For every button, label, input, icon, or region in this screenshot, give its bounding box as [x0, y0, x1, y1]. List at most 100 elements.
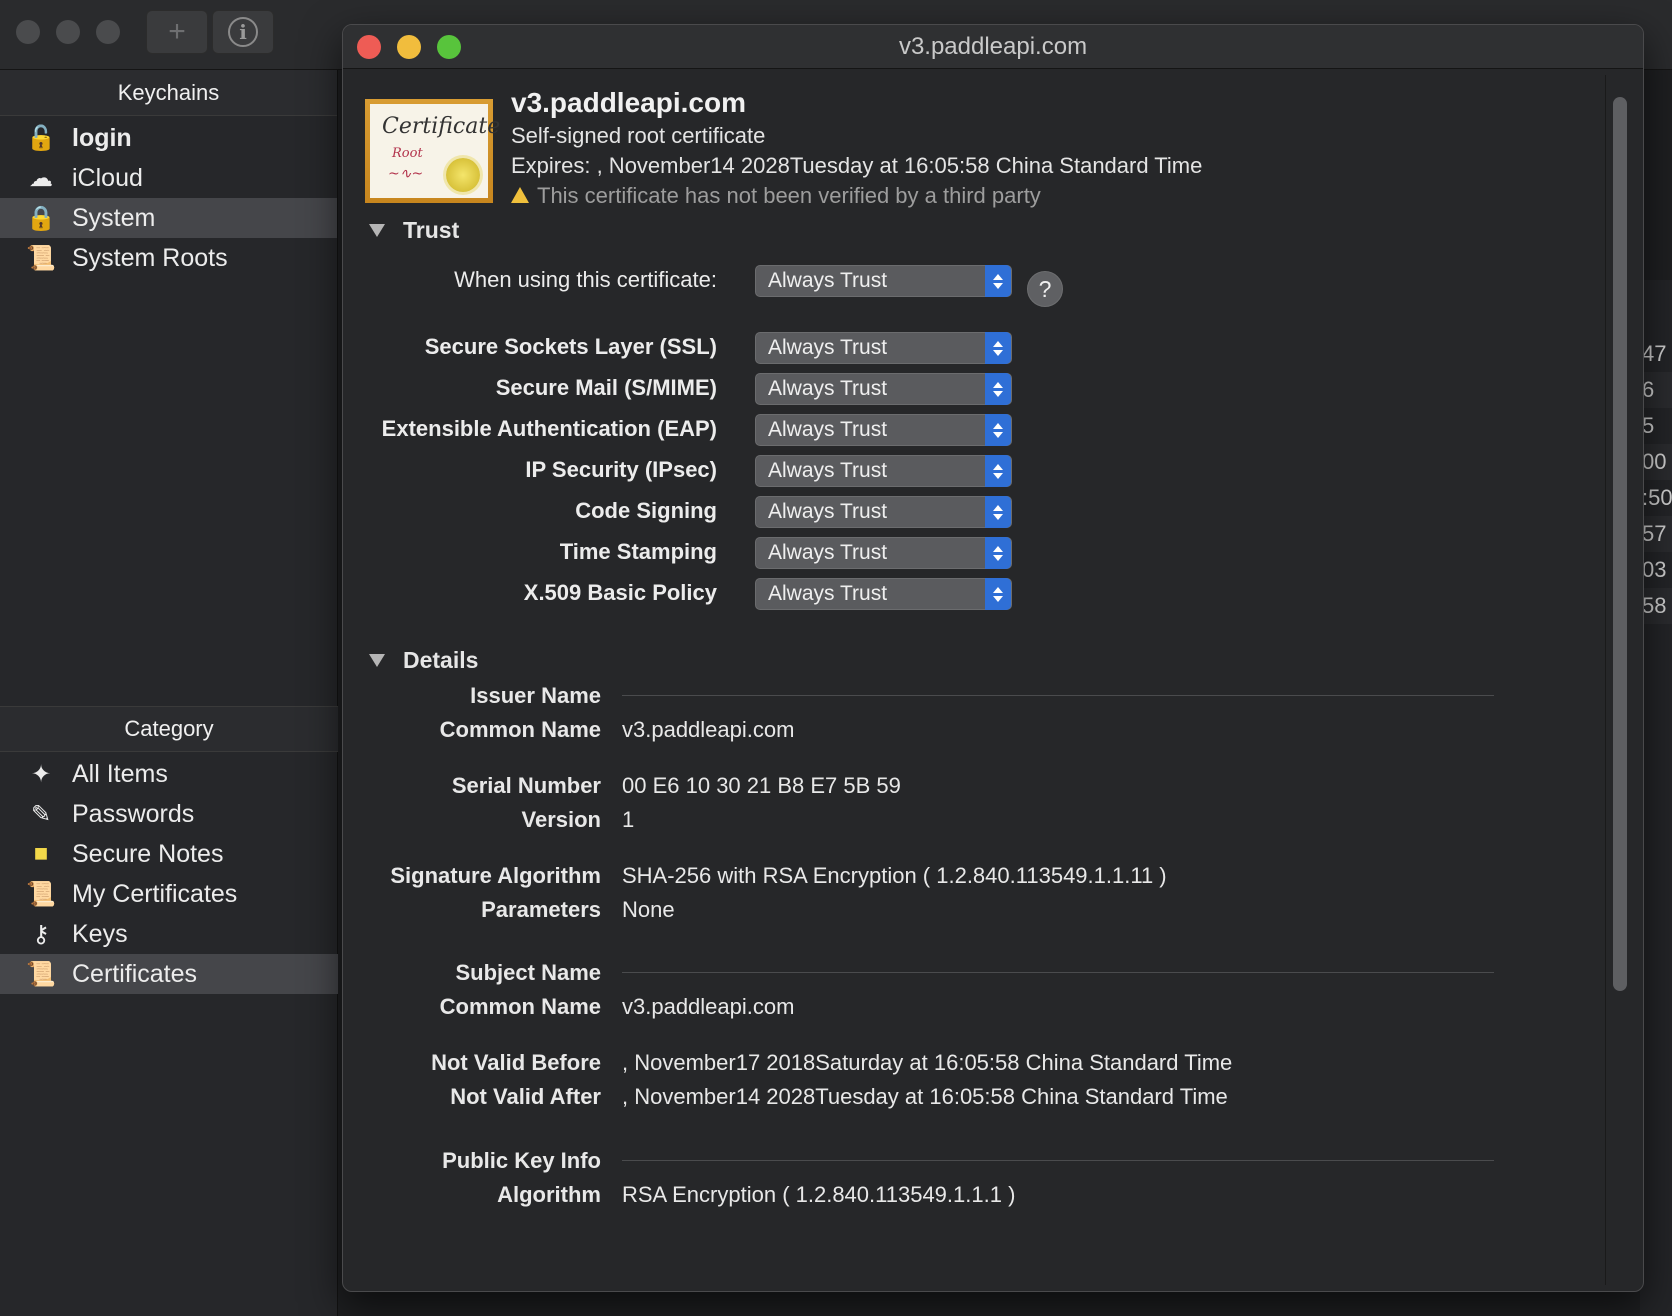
sidebar-item-label: Certificates [72, 959, 198, 988]
popup-value: Always Trust [768, 541, 888, 564]
ipsec-label: IP Security (IPsec) [525, 457, 717, 482]
trust-disclosure[interactable]: Trust [369, 217, 459, 244]
list-item[interactable]: 58 [1640, 588, 1672, 624]
sidebar-item-icloud[interactable]: ☁ iCloud [0, 158, 337, 198]
scroll-thumb[interactable] [1613, 97, 1627, 991]
time-stamping-popup[interactable]: Always Trust [755, 537, 1012, 569]
certificate-expiry: Expires: , November14 2028Tuesday at 16:… [511, 153, 1203, 178]
help-button[interactable]: ? [1027, 271, 1063, 307]
updown-arrows-icon [985, 265, 1011, 297]
warning-text: This certificate has not been verified b… [537, 183, 1041, 208]
list-item[interactable]: 00 [1640, 444, 1672, 480]
scroll-track [1605, 75, 1606, 1285]
pen-icon: ✎ [30, 800, 52, 828]
time-stamping-label: Time Stamping [559, 539, 717, 564]
lock-icon: 🔒 [26, 204, 56, 232]
sidebar-item-all-items[interactable]: ✦ All Items [0, 754, 338, 794]
not-valid-before-value: , November17 2018Saturday at 16:05:58 Ch… [622, 1050, 1233, 1075]
sidebar-item-label: System [72, 203, 156, 232]
issuer-common-name-label: Common Name [439, 717, 601, 742]
list-item[interactable]: :50 [1640, 480, 1672, 516]
public-key-divider [622, 1160, 1494, 1161]
certificate-icon: 📜 [26, 880, 56, 908]
when-using-popup[interactable]: Always Trust [755, 265, 1012, 297]
list-item[interactable]: 03 [1640, 552, 1672, 588]
seal-icon [446, 158, 480, 192]
not-valid-after-label: Not Valid After [450, 1084, 601, 1109]
popup-value: Always Trust [768, 418, 888, 441]
note-icon: ■ [33, 840, 49, 867]
updown-arrows-icon [985, 455, 1011, 487]
zoom-button[interactable] [437, 35, 461, 59]
eap-label: Extensible Authentication (EAP) [381, 416, 717, 441]
certificate-icon: 📜 [26, 244, 56, 272]
subject-common-name-value: v3.paddleapi.com [622, 994, 795, 1019]
vertical-scrollbar[interactable] [1605, 75, 1627, 1285]
category-list: ✦ All Items ✎ Passwords ■ Secure Notes 📜… [0, 752, 338, 994]
disclosure-triangle-icon[interactable] [369, 654, 385, 667]
subject-divider [622, 972, 1494, 973]
list-item[interactable]: 6 [1640, 372, 1672, 408]
popup-value: Always Trust [768, 500, 888, 523]
sidebar-item-label: login [72, 123, 132, 152]
smime-popup[interactable]: Always Trust [755, 373, 1012, 405]
sidebar-item-system-roots[interactable]: 📜 System Roots [0, 238, 337, 278]
get-info-button[interactable]: i [212, 10, 274, 54]
sidebar-item-keys[interactable]: ⚷ Keys [0, 914, 338, 954]
eap-popup[interactable]: Always Trust [755, 414, 1012, 446]
sidebar-item-label: Passwords [72, 799, 195, 828]
minimize-dot-inactive[interactable] [56, 20, 80, 44]
x509-popup[interactable]: Always Trust [755, 578, 1012, 610]
popup-value: Always Trust [768, 582, 888, 605]
popup-value: Always Trust [768, 336, 888, 359]
updown-arrows-icon [985, 332, 1011, 364]
warning-icon [511, 187, 529, 203]
add-item-button[interactable]: + [146, 10, 208, 54]
lock-open-icon: 🔓 [26, 124, 56, 152]
window-title: v3.paddleapi.com [898, 32, 1088, 60]
close-dot-inactive[interactable] [16, 20, 40, 44]
sidebar-item-login[interactable]: 🔓 login [0, 118, 337, 158]
sidebar-item-certificates[interactable]: 📜 Certificates [0, 954, 338, 994]
plus-icon: + [168, 15, 186, 48]
updown-arrows-icon [985, 578, 1011, 610]
details-disclosure[interactable]: Details [369, 647, 478, 674]
sidebar-item-label: Keys [72, 919, 128, 948]
sidebar-item-label: System Roots [72, 243, 228, 272]
updown-arrows-icon [985, 537, 1011, 569]
updown-arrows-icon [985, 373, 1011, 405]
sidebar-item-passwords[interactable]: ✎ Passwords [0, 794, 338, 834]
parameters-label: Parameters [481, 897, 601, 922]
disclosure-triangle-icon[interactable] [369, 224, 385, 237]
not-valid-before-label: Not Valid Before [431, 1050, 601, 1075]
sidebar-item-label: All Items [72, 759, 168, 788]
popup-value: Always Trust [768, 459, 888, 482]
algorithm-value: RSA Encryption ( 1.2.840.113549.1.1.1 ) [622, 1182, 1016, 1207]
window-titlebar[interactable]: v3.paddleapi.com [343, 25, 1643, 69]
details-heading: Details [403, 647, 479, 673]
sidebar-item-system[interactable]: 🔒 System [0, 198, 337, 238]
smime-label: Secure Mail (S/MIME) [495, 375, 717, 400]
ssl-label: Secure Sockets Layer (SSL) [424, 334, 717, 359]
issuer-common-name-value: v3.paddleapi.com [622, 717, 795, 742]
sidebar-item-secure-notes[interactable]: ■ Secure Notes [0, 834, 338, 874]
ipsec-popup[interactable]: Always Trust [755, 455, 1012, 487]
list-item[interactable]: 47 [1640, 336, 1672, 372]
certificate-icon: 📜 [26, 960, 56, 988]
not-valid-after-value: , November14 2028Tuesday at 16:05:58 Chi… [622, 1084, 1228, 1109]
ssl-popup[interactable]: Always Trust [755, 332, 1012, 364]
zoom-dot-inactive[interactable] [96, 20, 120, 44]
list-item[interactable]: 5 [1640, 408, 1672, 444]
minimize-button[interactable] [397, 35, 421, 59]
list-item[interactable]: 57 [1640, 516, 1672, 552]
public-key-info-label: Public Key Info [442, 1148, 601, 1173]
sidebar: Keychains 🔓 login ☁ iCloud 🔒 System 📜 Sy… [0, 70, 338, 1316]
sidebar-item-my-certificates[interactable]: 📜 My Certificates [0, 874, 338, 914]
code-signing-popup[interactable]: Always Trust [755, 496, 1012, 528]
info-icon: i [228, 17, 258, 47]
all-items-icon: ✦ [30, 760, 52, 788]
updown-arrows-icon [985, 496, 1011, 528]
close-button[interactable] [357, 35, 381, 59]
background-item-list: 47 6 5 00 :50 57 03 58 [1640, 280, 1672, 1316]
x509-label: X.509 Basic Policy [523, 580, 717, 605]
